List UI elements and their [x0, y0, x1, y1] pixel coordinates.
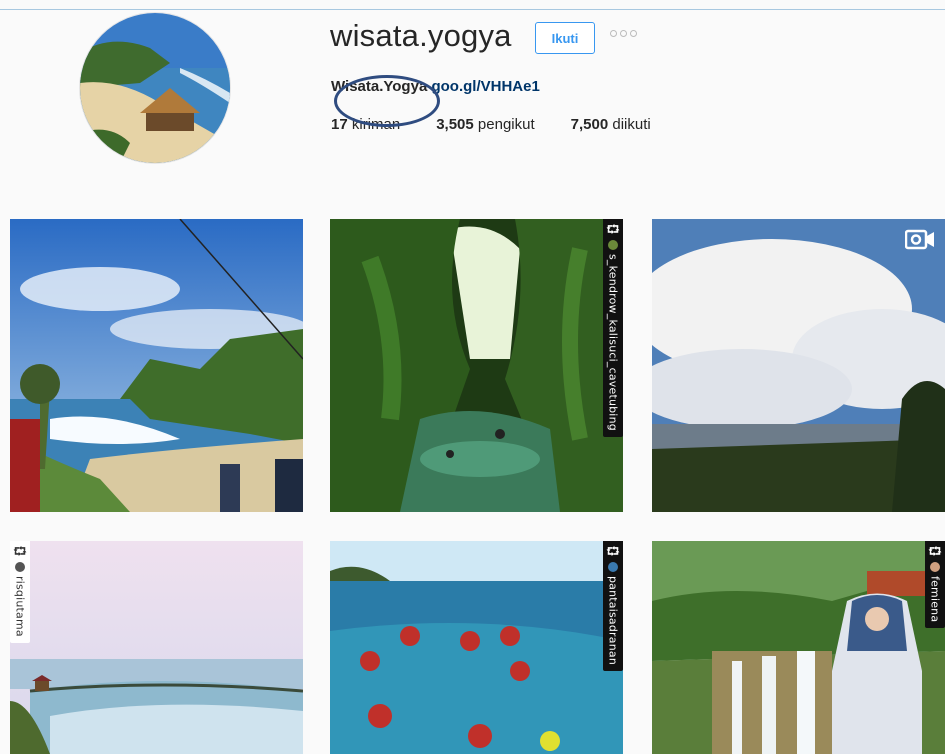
repost-badge[interactable]: ⮔ femiena: [925, 541, 945, 629]
repost-avatar: [608, 240, 618, 250]
post-tile[interactable]: ⮔ s_kendrow_kalisuci_cavetubing: [330, 219, 623, 512]
repost-badge[interactable]: ⮔ risqiutama: [10, 541, 30, 643]
bio-link[interactable]: goo.gl/VHHAe1: [431, 78, 539, 95]
followers-label: pengikut: [477, 116, 535, 133]
profile-username: wisata.yogya: [330, 18, 512, 53]
repost-badge[interactable]: ⮔ pantaisadranan: [603, 541, 623, 672]
repost-avatar: [15, 562, 25, 572]
repost-username: risqiutama: [13, 576, 27, 637]
post-tile[interactable]: [10, 219, 303, 512]
annotation-circle: [334, 75, 440, 127]
profile-avatar[interactable]: [79, 12, 231, 164]
followers-count: 3,505: [436, 116, 474, 133]
video-icon: [905, 229, 934, 250]
follow-button[interactable]: Ikuti: [535, 22, 595, 54]
repost-username: s_kendrow_kalisuci_cavetubing: [606, 254, 620, 431]
followers-stat[interactable]: 3,505 pengikut: [436, 116, 534, 133]
following-stat[interactable]: 7,500 diikuti: [571, 116, 651, 133]
post-tile[interactable]: ⮔ pantaisadranan: [330, 541, 623, 754]
repost-username: femiena: [928, 576, 942, 623]
more-options-icon[interactable]: [610, 30, 637, 37]
repost-avatar: [930, 562, 940, 572]
repost-icon: ⮔: [606, 546, 620, 558]
post-tile[interactable]: ⮔ risqiutama: [10, 541, 303, 754]
post-tile[interactable]: ⮔ femiena: [652, 541, 945, 754]
following-count: 7,500: [570, 116, 609, 133]
repost-icon: ⮔: [13, 546, 27, 558]
top-divider: [0, 9, 945, 10]
following-label: diikuti: [612, 116, 651, 133]
repost-icon: ⮔: [928, 546, 942, 558]
repost-username: pantaisadranan: [606, 576, 620, 666]
posts-count: 17: [331, 116, 348, 133]
repost-icon: ⮔: [606, 224, 620, 236]
repost-badge[interactable]: ⮔ s_kendrow_kalisuci_cavetubing: [603, 219, 623, 437]
post-tile[interactable]: [652, 219, 945, 512]
repost-avatar: [608, 562, 618, 572]
